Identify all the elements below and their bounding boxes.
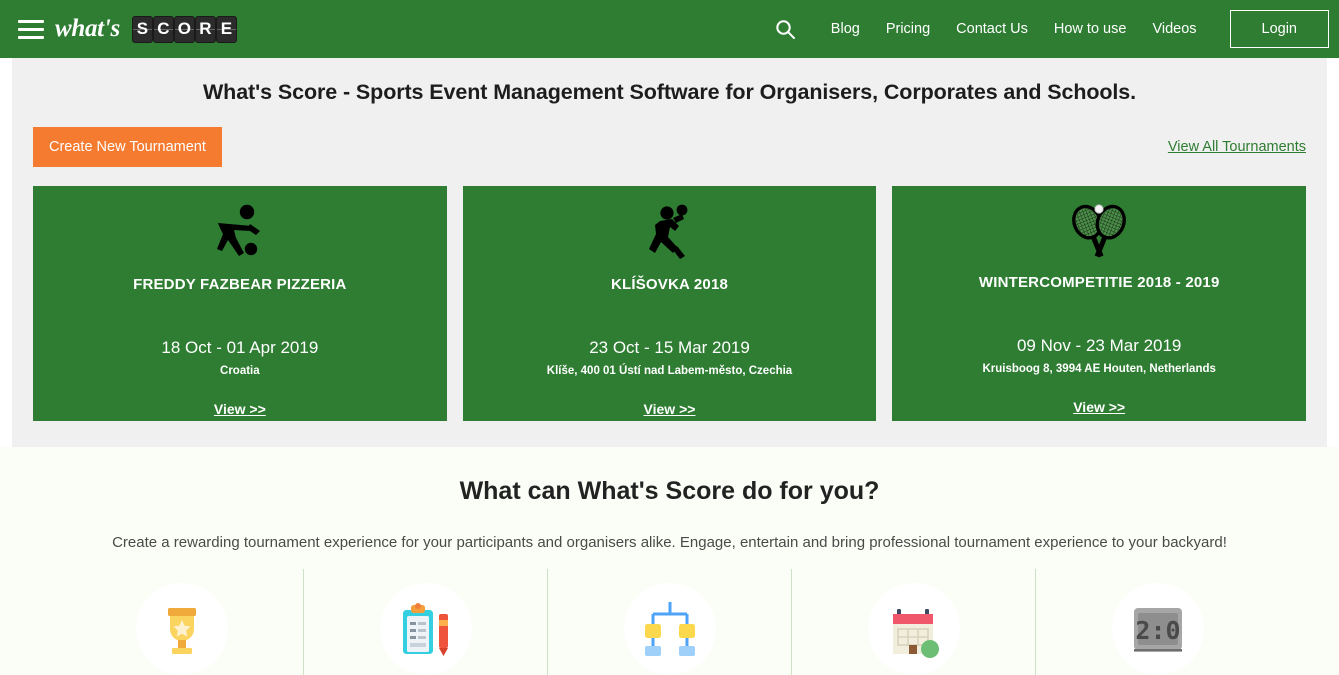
site-logo[interactable]: what's S C O R E [18, 15, 236, 43]
feature-item-calendar-venue[interactable] [791, 569, 1035, 675]
features-subtitle: Create a rewarding tournament experience… [112, 534, 1227, 551]
search-icon[interactable] [766, 0, 806, 58]
main-navigation: Blog Pricing Contact Us How to use Video… [766, 0, 1339, 58]
login-button[interactable]: Login [1229, 10, 1329, 48]
tournament-card[interactable]: WINTERCOMPETITIE 2018 - 2019 09 Nov - 23… [892, 186, 1307, 421]
tournament-venue: Kruisboog 8, 3994 AE Houten, Netherlands [982, 363, 1216, 375]
nav-link-contact-us[interactable]: Contact Us [943, 0, 1041, 58]
tournament-view-link[interactable]: View >> [1073, 399, 1125, 415]
nav-link-videos[interactable]: Videos [1139, 0, 1209, 58]
tournament-card[interactable]: FREDDY FAZBEAR PIZZERIA 18 Oct - 01 Apr … [33, 186, 447, 421]
tournament-view-link[interactable]: View >> [214, 401, 266, 417]
feature-item-clipboard[interactable] [303, 569, 547, 675]
logo-tile: R [195, 16, 215, 42]
create-new-tournament-button[interactable]: Create New Tournament [33, 127, 222, 167]
page-title: What's Score - Sports Event Management S… [202, 80, 1137, 104]
logo-tile: S [132, 16, 152, 42]
calendar-venue-icon [867, 583, 960, 675]
tournament-dates: 18 Oct - 01 Apr 2019 [161, 338, 319, 357]
trophy-icon [135, 583, 228, 675]
view-all-tournaments-link[interactable]: View All Tournaments [1168, 139, 1306, 155]
tournament-venue: Klíše, 400 01 Ústí nad Labem-město, Czec… [546, 365, 793, 377]
features-heading: What can What's Score do for you? [459, 477, 880, 505]
svg-text:2:0: 2:0 [1135, 616, 1180, 645]
feature-item-bracket[interactable] [547, 569, 791, 675]
feature-icon-row: 2:0 [0, 569, 1339, 675]
nav-link-how-to-use[interactable]: How to use [1041, 0, 1140, 58]
soccer-player-icon [214, 204, 266, 260]
tennis-rackets-icon [1062, 204, 1136, 258]
logo-tile: C [153, 16, 173, 42]
logo-wordmark: what's [55, 15, 120, 42]
nav-link-pricing[interactable]: Pricing [873, 0, 943, 58]
bracket-tree-icon [623, 583, 716, 675]
scoreboard-icon: 2:0 [1111, 583, 1204, 675]
tournament-dates: 09 Nov - 23 Mar 2019 [1016, 336, 1182, 355]
tournament-dates: 23 Oct - 15 Mar 2019 [589, 338, 750, 357]
tournament-card-list: FREDDY FAZBEAR PIZZERIA 18 Oct - 01 Apr … [12, 167, 1327, 421]
nav-link-blog[interactable]: Blog [818, 0, 873, 58]
tournament-view-link[interactable]: View >> [644, 401, 696, 417]
tournament-card[interactable]: KLÍŠOVKA 2018 23 Oct - 15 Mar 2019 Klíše… [462, 186, 877, 421]
logo-tile: E [216, 16, 236, 42]
handball-player-icon [646, 204, 694, 260]
hero-actions: Create New Tournament View All Tournamen… [12, 105, 1327, 167]
tournament-title: FREDDY FAZBEAR PIZZERIA [133, 276, 347, 293]
hamburger-icon[interactable] [18, 19, 44, 39]
feature-item-trophy[interactable] [60, 569, 303, 675]
logo-tile: O [174, 16, 194, 42]
hero-section: What's Score - Sports Event Management S… [12, 58, 1327, 447]
tournament-title: KLÍŠOVKA 2018 [610, 276, 729, 293]
tournament-title: WINTERCOMPETITIE 2018 - 2019 [978, 274, 1220, 291]
clipboard-pen-icon [379, 583, 472, 675]
feature-item-scoreboard[interactable]: 2:0 [1035, 569, 1279, 675]
logo-score-tiles: S C O R E [132, 16, 236, 42]
site-header: what's S C O R E Blog Pricing Contact Us… [0, 0, 1339, 58]
features-section: What can What's Score do for you? Create… [0, 447, 1339, 675]
tournament-venue: Croatia [220, 365, 260, 377]
